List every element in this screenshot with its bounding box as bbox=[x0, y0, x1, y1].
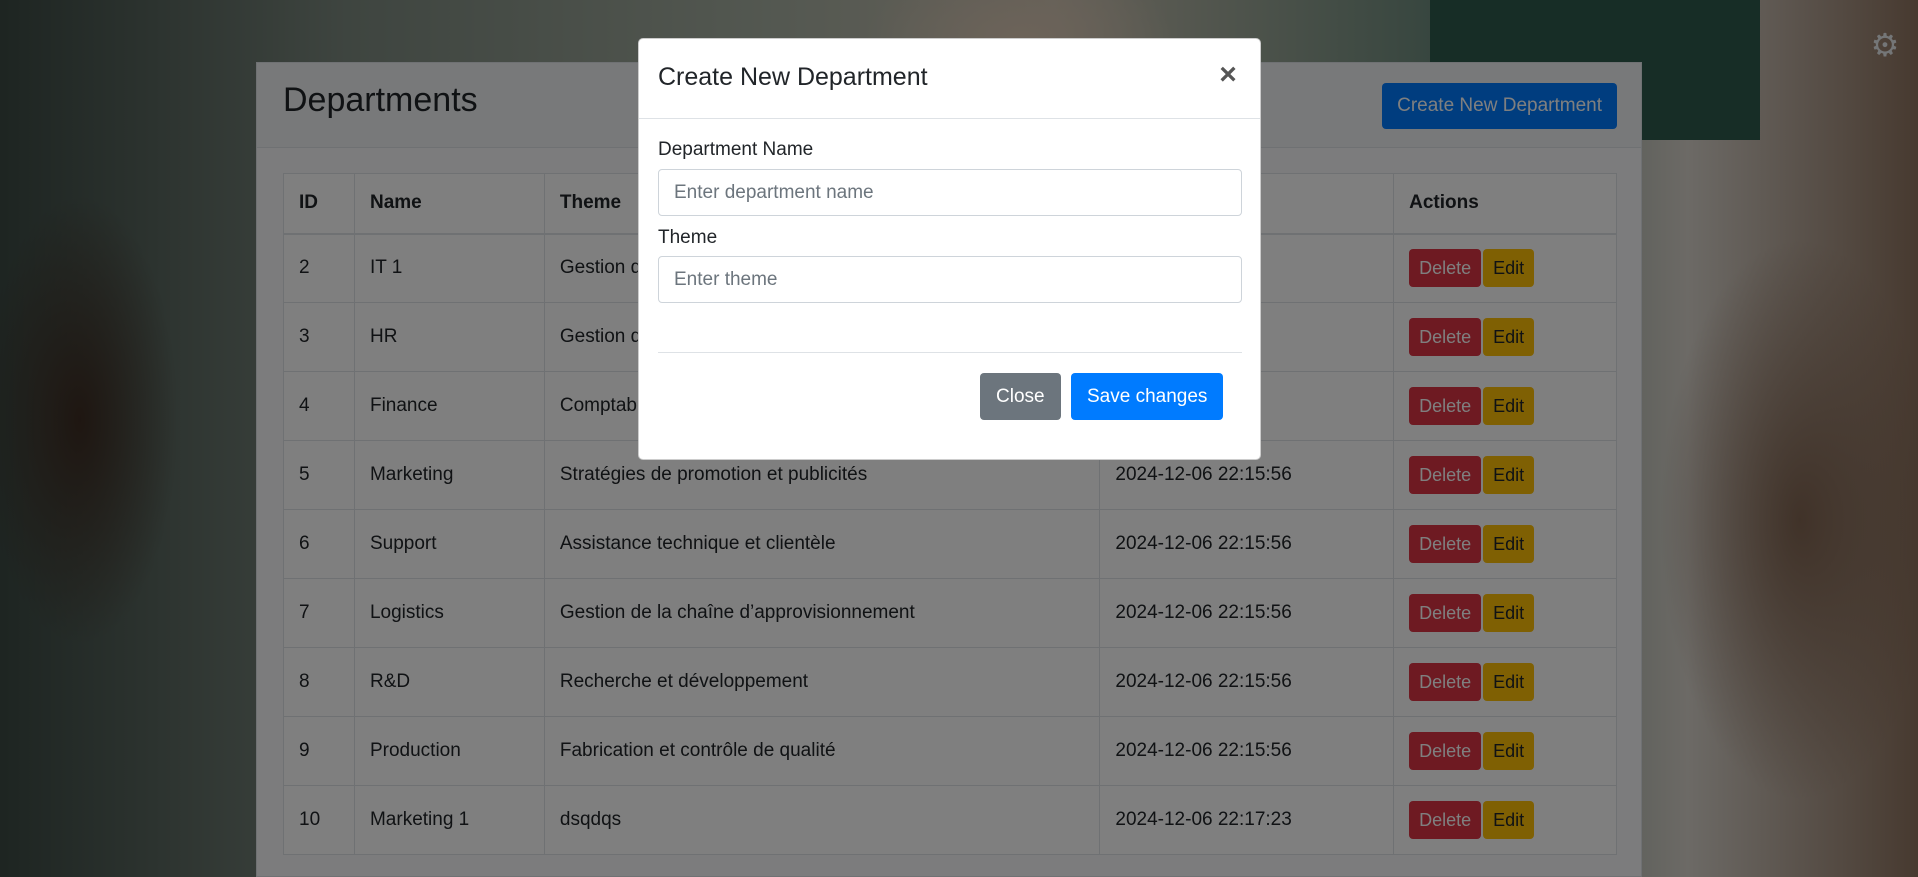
save-changes-button[interactable]: Save changes bbox=[1071, 373, 1224, 420]
theme-input[interactable] bbox=[658, 256, 1242, 303]
modal-header: Create New Department × bbox=[639, 39, 1260, 119]
app-window: ⚙ Departments Create New Department ID N… bbox=[0, 0, 1918, 877]
department-name-label: Department Name bbox=[658, 139, 814, 160]
modal-footer-divider bbox=[658, 352, 1242, 353]
modal-close-button[interactable]: Close bbox=[980, 373, 1061, 420]
theme-label: Theme bbox=[658, 227, 718, 248]
close-icon[interactable]: × bbox=[1216, 57, 1240, 93]
department-name-input[interactable] bbox=[658, 169, 1242, 216]
create-department-modal: Create New Department × Department Name … bbox=[638, 38, 1261, 460]
modal-title: Create New Department bbox=[658, 63, 928, 91]
